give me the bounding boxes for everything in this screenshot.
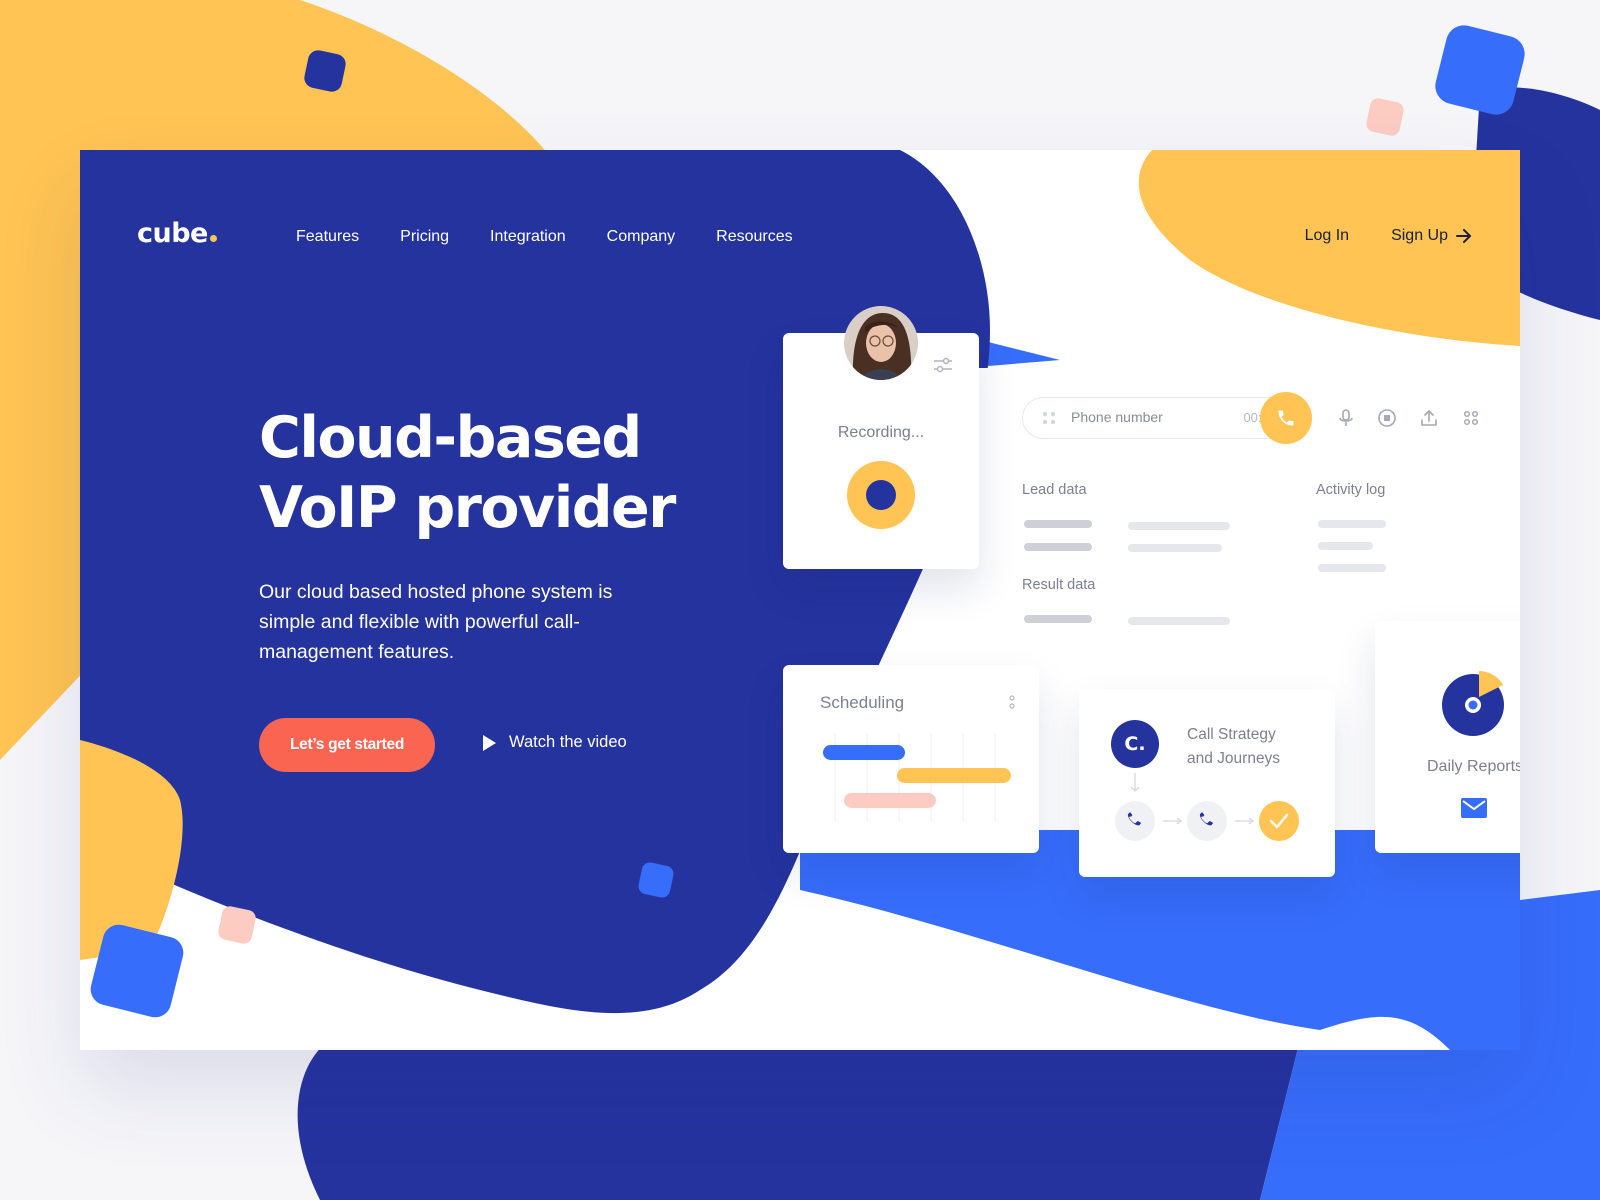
daily-reports-title: Daily Reports bbox=[1426, 758, 1520, 775]
login-link[interactable]: Log In bbox=[1305, 227, 1349, 245]
strategy-title-line: Call Strategy bbox=[1187, 726, 1276, 743]
phone-number-input[interactable]: Phone number 00:00 bbox=[1022, 397, 1289, 439]
call-button[interactable] bbox=[1260, 392, 1312, 444]
grip-icon bbox=[1042, 411, 1056, 425]
logo[interactable]: cube bbox=[137, 218, 217, 249]
strategy-badge: C. bbox=[1111, 720, 1159, 768]
phone-icon bbox=[1278, 410, 1294, 426]
play-icon bbox=[483, 734, 496, 751]
hero-subtitle: Our cloud based hosted phone system is s… bbox=[259, 581, 613, 663]
main-nav: Features Pricing Integration Company Res… bbox=[296, 228, 834, 246]
grid-icon[interactable] bbox=[1461, 408, 1481, 428]
hero-title-line: VoIP provider bbox=[259, 475, 676, 541]
call-strategy-card: C. Call Strategy and Journeys bbox=[1079, 689, 1335, 877]
signup-label: Sign Up bbox=[1391, 227, 1448, 244]
scheduling-card: Scheduling bbox=[783, 665, 1039, 853]
result-data-label: Result data bbox=[1022, 577, 1096, 593]
watch-video-link[interactable]: Watch the video bbox=[481, 733, 627, 752]
hero-title: Cloud-based VoIP provider bbox=[259, 403, 739, 543]
auth-links: Log In Sign Up bbox=[1305, 227, 1472, 245]
placeholder-bar bbox=[1318, 542, 1373, 550]
strategy-badge-letter: C. bbox=[1124, 733, 1146, 755]
stop-icon[interactable] bbox=[1377, 408, 1397, 428]
gantt-chart bbox=[823, 733, 1011, 821]
placeholder-bar bbox=[1024, 543, 1092, 551]
arrow-right-icon bbox=[1456, 229, 1471, 243]
get-started-button[interactable]: Let’s get started bbox=[259, 718, 435, 772]
more-vertical-icon[interactable] bbox=[1009, 695, 1015, 713]
placeholder-bar bbox=[1128, 522, 1230, 530]
lead-data-label: Lead data bbox=[1022, 482, 1087, 498]
decor-square bbox=[1364, 96, 1406, 138]
logo-dot bbox=[209, 235, 217, 242]
signup-link[interactable]: Sign Up bbox=[1391, 227, 1472, 245]
placeholder-bar bbox=[1318, 520, 1386, 528]
activity-log-label: Activity log bbox=[1316, 482, 1386, 498]
placeholder-bar bbox=[1024, 520, 1092, 528]
record-button[interactable] bbox=[847, 461, 915, 529]
nav-pricing[interactable]: Pricing bbox=[400, 228, 449, 246]
mail-icon[interactable] bbox=[1461, 798, 1487, 818]
scheduling-title: Scheduling bbox=[820, 693, 905, 712]
daily-reports-card: Daily Reports bbox=[1375, 621, 1520, 853]
upload-icon[interactable] bbox=[1419, 408, 1439, 428]
decor-square bbox=[216, 904, 258, 946]
avatar[interactable] bbox=[843, 305, 919, 381]
logo-text: cube bbox=[137, 218, 208, 249]
recording-status: Recording... bbox=[837, 424, 925, 441]
watch-video-label: Watch the video bbox=[509, 733, 627, 751]
placeholder-bar bbox=[1128, 617, 1230, 625]
nav-features[interactable]: Features bbox=[296, 228, 359, 246]
landing-page-frame: cube Features Pricing Integration Compan… bbox=[80, 150, 1520, 1050]
pie-chart-icon bbox=[1442, 671, 1504, 736]
strategy-title-line: and Journeys bbox=[1187, 750, 1281, 767]
nav-company[interactable]: Company bbox=[607, 228, 675, 246]
phone-placeholder: Phone number bbox=[1071, 409, 1163, 425]
nav-resources[interactable]: Resources bbox=[716, 228, 792, 246]
nav-integration[interactable]: Integration bbox=[490, 228, 566, 246]
placeholder-bar bbox=[1128, 544, 1222, 552]
journey-flow bbox=[1115, 773, 1299, 841]
placeholder-bar bbox=[1024, 615, 1092, 623]
sliders-icon[interactable] bbox=[933, 357, 953, 373]
microphone-icon[interactable] bbox=[1336, 408, 1356, 428]
placeholder-bar bbox=[1318, 564, 1386, 572]
hero-title-line: Cloud-based bbox=[259, 405, 642, 471]
strategy-title: Call Strategy and Journeys bbox=[1187, 723, 1280, 771]
